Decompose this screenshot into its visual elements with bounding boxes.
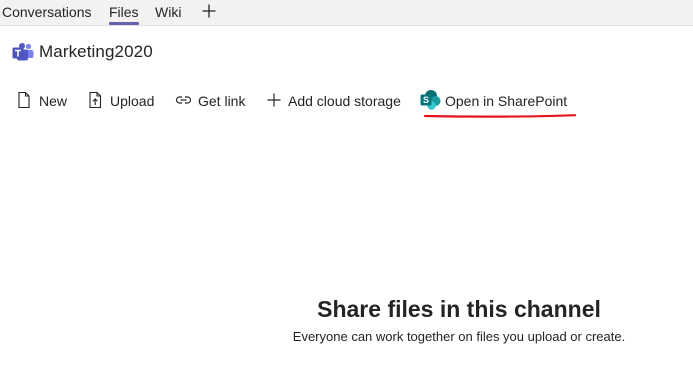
empty-state-subtitle: Everyone can work together on files you …: [292, 329, 626, 344]
get-link-label: Get link: [198, 93, 246, 109]
annotation-underline: [424, 114, 576, 118]
tab-files[interactable]: Files: [109, 3, 139, 25]
empty-state-title: Share files in this channel: [317, 296, 601, 322]
upload-icon: [89, 91, 102, 109]
plus-icon: [267, 93, 281, 107]
teams-logo-icon: [12, 43, 34, 61]
new-document-icon: [18, 91, 30, 109]
add-tab-button[interactable]: [200, 0, 218, 22]
new-label: New: [39, 93, 68, 109]
tab-wiki[interactable]: Wiki: [155, 3, 181, 25]
open-in-sharepoint-label: Open in SharePoint: [445, 93, 568, 109]
link-icon: [175, 96, 192, 104]
add-cloud-storage-label: Add cloud storage: [288, 93, 401, 109]
upload-label: Upload: [110, 93, 155, 109]
sharepoint-icon: S: [420, 90, 441, 110]
tab-conversations[interactable]: Conversations: [2, 3, 92, 25]
channel-name: Marketing2020: [39, 42, 153, 61]
plus-icon: [202, 4, 216, 18]
svg-text:S: S: [423, 95, 429, 105]
channel-tab-bar: Conversations Files Wiki: [0, 0, 693, 26]
